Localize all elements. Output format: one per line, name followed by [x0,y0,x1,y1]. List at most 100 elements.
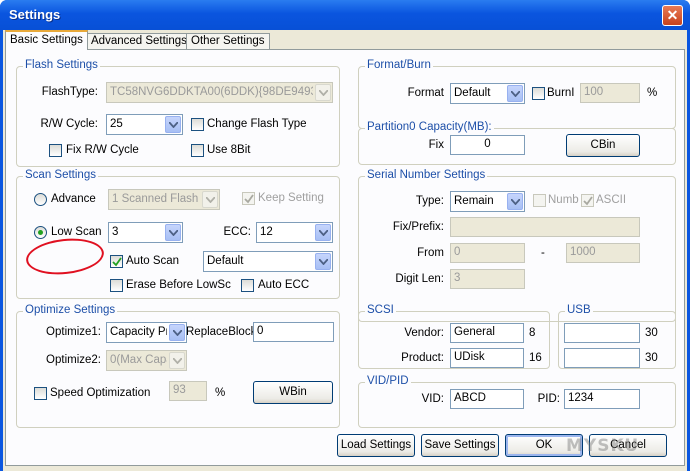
pid-label: PID: [537,393,560,405]
optimize1-value: Capacity Pri [110,326,167,338]
auto-ecc-checkbox[interactable] [241,279,254,292]
tab-basic-settings[interactable]: Basic Settings [5,30,88,50]
ecc-value: 12 [260,226,273,238]
rw-cycle-value: 25 [110,118,123,130]
advance-select[interactable]: 1 Scanned Flash [108,189,220,210]
format-value: Default [454,87,491,99]
vid-input[interactable]: ABCD [450,389,524,409]
burn-input[interactable]: 100 [580,83,640,103]
chevron-down-icon [169,352,185,369]
usb-title: USB [565,304,593,316]
from-label: From [417,247,444,259]
replace-block-input[interactable]: 0 [253,322,334,342]
scsi-product-label: Product: [401,352,444,364]
vid-label: VID: [421,393,444,405]
fix-prefix-label: Fix/Prefix: [392,221,444,233]
ecc-label: ECC: [223,226,251,238]
chevron-down-icon [202,191,218,208]
ascii-checkbox[interactable] [581,194,594,207]
erase-before-lowscan-checkbox[interactable] [110,279,123,292]
dialog-client: Basic Settings Advanced Settings Other S… [3,30,687,471]
close-icon: ✕ [666,7,679,23]
chevron-down-icon [165,224,181,241]
advance-value: 1 Scanned Flash [112,193,199,205]
scsi-vendor-label: Vendor: [404,327,444,339]
partition0-title: Partition0 Capacity(MB): [365,121,494,133]
auto-scan-select[interactable]: Default [203,251,333,272]
load-settings-button[interactable]: Load Settings [337,434,415,457]
optimize1-label: Optimize1: [46,326,101,338]
advance-label: Advance [51,193,96,205]
ecc-select[interactable]: 12 [256,222,333,243]
window-title: Settings [9,7,61,22]
fix-prefix-input[interactable] [450,217,640,237]
settings-window: Settings ✕ Basic Settings Advanced Setti… [0,0,690,471]
erase-before-lowscan-label: Erase Before LowSc [126,279,231,291]
from-input[interactable]: 0 [450,243,525,263]
usb-product-input[interactable] [564,348,640,368]
chevron-down-icon [169,324,185,341]
optimize2-label: Optimize2: [46,354,101,366]
optimize2-value: 0(Max Capa [110,354,167,366]
replace-block-label: ReplaceBlock [186,326,257,338]
radio-selected-dot [38,230,43,235]
sn-type-select[interactable]: Remain [450,191,525,212]
chevron-down-icon [315,253,331,270]
chevron-down-icon [315,224,331,241]
advance-radio[interactable] [34,193,47,206]
format-select[interactable]: Default [450,83,525,104]
auto-scan-checkbox[interactable] [110,255,123,268]
low-scan-select[interactable]: 3 [108,222,183,243]
chevron-down-icon [507,193,523,210]
optimize1-select[interactable]: Capacity Pri [106,322,187,343]
fix-rw-cycle-checkbox[interactable] [49,144,62,157]
auto-ecc-label: Auto ECC [258,279,310,291]
auto-scan-label: Auto Scan [126,255,180,267]
use-8bit-label: Use 8Bit [207,144,251,156]
usb-product-length: 30 [645,352,658,364]
use-8bit-checkbox[interactable] [191,144,204,157]
scsi-vendor-length: 8 [529,327,536,339]
keep-setting-checkbox[interactable] [242,192,255,205]
scsi-vendor-input[interactable]: General [450,323,524,343]
flash-type-label: FlashType: [41,86,98,98]
speed-optimization-input[interactable]: 93 [169,381,207,401]
speed-percent-label: % [215,387,226,399]
pid-input[interactable]: 1234 [564,389,640,409]
usb-vendor-length: 30 [645,327,658,339]
wbin-button[interactable]: WBin [253,381,333,404]
numb-checkbox[interactable] [533,194,546,207]
optimize-settings-title: Optimize Settings [23,304,118,316]
sn-type-value: Remain [454,195,494,207]
watermark: MYSKU [566,436,640,456]
low-scan-radio[interactable] [34,226,47,239]
speed-optimization-checkbox[interactable] [34,387,47,400]
ascii-label: ASCII [596,194,627,206]
partition-fix-label: Fix [428,139,444,151]
cbin-button[interactable]: CBin [566,134,640,157]
usb-vendor-input[interactable] [564,323,640,343]
digit-len-label: Digit Len: [395,273,444,285]
change-flash-type-checkbox[interactable] [191,118,204,131]
rw-cycle-select[interactable]: 25 [106,114,183,135]
sn-type-label: Type: [415,195,444,207]
save-settings-button[interactable]: Save Settings [421,434,499,457]
flash-type-value: TC58NVG6DDKTA00(6DDK){98DE94937€ [110,86,313,98]
partition-fix-input[interactable]: 0 [450,135,525,155]
format-label: Format [407,87,444,99]
tab-advanced-settings[interactable]: Advanced Settings [86,33,192,50]
tab-other-settings[interactable]: Other Settings [186,33,270,50]
digit-len-input[interactable]: 3 [450,269,525,289]
flash-type-select[interactable]: TC58NVG6DDKTA00(6DDK){98DE94937€ [106,82,333,103]
fix-rw-cycle-label: Fix R/W Cycle [66,144,139,156]
burn-checkbox[interactable] [532,87,545,100]
title-bar[interactable]: Settings ✕ [0,0,690,30]
auto-scan-value: Default [207,255,244,267]
low-scan-value: 3 [112,226,119,238]
scsi-product-input[interactable]: UDisk [450,348,524,368]
optimize2-select[interactable]: 0(Max Capa [106,350,187,371]
scan-settings-title: Scan Settings [23,169,98,181]
close-button[interactable]: ✕ [662,5,683,26]
to-input[interactable]: 1000 [566,243,640,263]
keep-setting-label: Keep Setting [258,192,324,204]
